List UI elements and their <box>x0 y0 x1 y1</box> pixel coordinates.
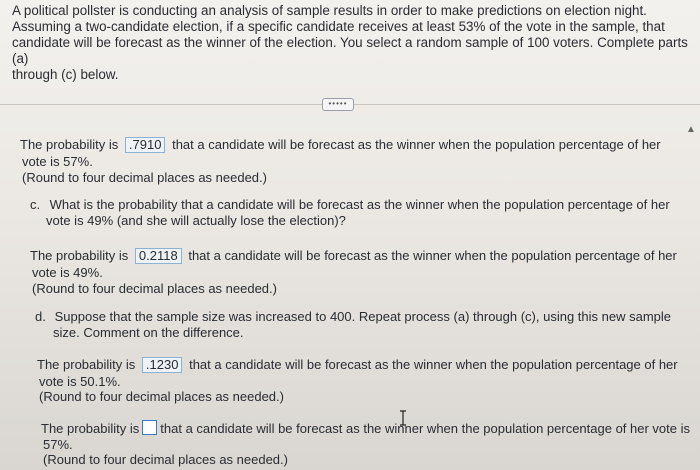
part-d-b-line2: 57%. <box>43 437 73 452</box>
part-d-question: d. Suppose that the sample size was incr… <box>35 309 671 325</box>
answer-prefix: The probability is <box>30 248 129 263</box>
part-d-b-round-note: (Round to four decimal places as needed.… <box>43 452 288 467</box>
answer-prefix: The probability is <box>37 357 136 372</box>
text-cursor-icon <box>400 410 406 426</box>
part-b-line2: vote is 57%. <box>22 154 93 169</box>
answer-suffix: that a candidate will be forecast as the… <box>188 248 677 263</box>
part-b-round-note: (Round to four decimal places as needed.… <box>22 170 267 185</box>
answer-suffix: that a candidate will be forecast as the… <box>189 357 678 372</box>
part-d-answer-a-line: The probability is .1230 that a candidat… <box>37 357 678 373</box>
part-c-letter: c. <box>30 197 41 212</box>
part-b-answer-line: The probability is .7910 that a candidat… <box>20 137 661 153</box>
answer-suffix: that a candidate will be forecast as the… <box>160 421 691 436</box>
part-c-round-note: (Round to four decimal places as needed.… <box>32 281 277 296</box>
answer-prefix: The probability is <box>20 137 119 152</box>
part-c-answer-field[interactable]: 0.2118 <box>134 248 182 264</box>
part-d-answer-a-field[interactable]: .1230 <box>141 357 183 373</box>
part-d-a-round-note: (Round to four decimal places as needed.… <box>39 389 284 404</box>
part-c-line2: vote is 49%. <box>32 265 103 280</box>
part-c-question: c. What is the probability that a candid… <box>30 197 670 213</box>
answer-prefix: The probability is <box>41 421 140 436</box>
part-d-answer-b-line: The probability is that a candidate will … <box>41 420 690 437</box>
part-c-question-line2: vote is 49% (and she will actually lose … <box>46 213 346 228</box>
part-c-question-text: What is the probability that a candidate… <box>49 197 670 212</box>
part-d-question-text: Suppose that the sample size was increas… <box>54 309 672 324</box>
part-d-answer-b-field[interactable] <box>142 420 158 435</box>
screen: A political pollster is conducting an an… <box>0 0 700 470</box>
part-d-letter: d. <box>35 309 46 324</box>
part-d-a-line2: vote is 50.1%. <box>39 374 121 389</box>
answer-suffix: that a candidate will be forecast as the… <box>172 137 661 152</box>
answers-area: The probability is .7910 that a candidat… <box>0 0 700 470</box>
part-c-answer-line: The probability is 0.2118 that a candida… <box>30 248 677 264</box>
part-d-question-line2: size. Comment on the difference. <box>53 325 244 340</box>
part-b-answer-field[interactable]: .7910 <box>124 137 166 153</box>
